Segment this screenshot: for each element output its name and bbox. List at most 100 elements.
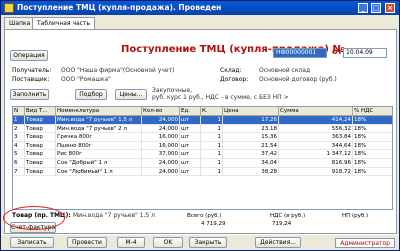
table-row[interactable]: 6 Товар Сок "Добрый" 1 л 24,000 шт 1 34,04 816,… (13, 159, 392, 168)
post-button[interactable]: Провести (67, 237, 107, 248)
table-row[interactable]: 7 Товар Сок "Любимый" 1 л 24,000 шт 1 38,28 918… (13, 167, 392, 177)
col-n[interactable]: N (13, 107, 25, 116)
cell-n[interactable]: 1 (13, 116, 25, 125)
cell-sum[interactable]: 556,32 (279, 124, 353, 134)
cell-type[interactable]: Товар (25, 150, 56, 159)
cell-coef[interactable]: 1 (201, 150, 223, 159)
cell-price[interactable]: 15,36 (223, 133, 279, 142)
warehouse-value[interactable]: Основной склад (259, 67, 310, 74)
cell-n[interactable]: 5 (13, 150, 25, 159)
cell-n[interactable]: 2 (13, 124, 25, 134)
cell-vat[interactable]: 18% (353, 142, 392, 151)
cell-vat[interactable]: 18% (353, 150, 392, 159)
doc-date-field[interactable]: 10.04.09 (343, 48, 387, 58)
cell-qty[interactable]: 16,000 (142, 133, 180, 142)
title-bar[interactable]: Поступление ТМЦ (купля-продажа). Проведе… (1, 1, 399, 15)
col-qty[interactable]: Кол-во (142, 107, 180, 116)
cell-type[interactable]: Товар (25, 141, 56, 151)
ok-button[interactable]: OK (153, 237, 183, 248)
fill-button[interactable]: Заполнить (10, 89, 49, 100)
cell-item[interactable]: Мин.вода "7 ручьев" 1,5 л (56, 116, 142, 125)
cell-qty[interactable]: 24,000 (142, 167, 180, 177)
cell-qty[interactable]: 24,000 (142, 159, 180, 168)
maximize-button[interactable]: □ (371, 3, 381, 13)
cell-n[interactable]: 7 (13, 167, 25, 177)
table-row[interactable]: 5 Товар Рис 800г 37,000 шт 1 37,42 1 347,12 18% (13, 150, 392, 159)
cell-sum[interactable]: 918,72 (279, 167, 353, 177)
cell-item[interactable]: Пшено 800г (56, 141, 142, 151)
cell-sum[interactable]: 363,84 (279, 133, 353, 142)
cell-coef[interactable]: 1 (201, 116, 223, 125)
tab-header[interactable]: Шапка (4, 17, 36, 29)
cell-unit[interactable]: шт (180, 141, 201, 151)
close-button[interactable]: Закрыть (189, 237, 227, 248)
col-sum[interactable]: Сумма (279, 107, 353, 116)
cell-vat[interactable]: 18% (353, 125, 392, 134)
doc-number-field[interactable]: НФ00000001 (273, 48, 327, 58)
cell-n[interactable]: 3 (13, 133, 25, 142)
cell-type[interactable]: Товар (25, 167, 56, 177)
cell-coef[interactable]: 1 (201, 124, 223, 134)
cell-unit[interactable]: шт (180, 116, 201, 125)
cell-vat[interactable]: 18% (353, 168, 392, 177)
cell-type[interactable]: Товар (25, 124, 56, 134)
cell-n[interactable]: 4 (13, 141, 25, 151)
cell-item[interactable]: Мин.вода "7 ручьев" 2 л (56, 124, 142, 134)
cell-coef[interactable]: 1 (201, 159, 223, 168)
cell-coef[interactable]: 1 (201, 167, 223, 177)
operation-button[interactable]: Операция (10, 50, 48, 61)
cell-unit[interactable]: шт (180, 133, 201, 142)
prices-button[interactable]: Цены... (115, 89, 147, 100)
cell-price[interactable]: 21,54 (223, 141, 279, 151)
col-item[interactable]: Номенклатура (56, 107, 142, 116)
contract-value[interactable]: Основной договор (руб.) (259, 76, 337, 83)
cell-price[interactable]: 37,42 (223, 150, 279, 159)
cell-qty[interactable]: 16,000 (142, 141, 180, 151)
table-row[interactable]: 2 Товар Мин.вода "7 ручьев" 2 л 24,000 шт 1 23… (13, 124, 392, 134)
cell-sum[interactable]: 414,24 (279, 116, 353, 125)
cell-type[interactable]: Товар (25, 133, 56, 142)
cell-unit[interactable]: шт (180, 150, 201, 159)
cell-item[interactable]: Сок "Любимый" 1 л (56, 167, 142, 177)
minimize-button[interactable]: _ (358, 3, 368, 13)
cell-qty[interactable]: 24,000 (142, 124, 180, 134)
cell-unit[interactable]: шт (180, 167, 201, 177)
actions-button[interactable]: Действия... (255, 237, 301, 248)
table-row[interactable]: 1 Товар Мин.вода "7 ручьев" 1,5 л 24,000 шт 1… (13, 116, 392, 125)
table-row[interactable]: 3 Товар Гречка 800г 16,000 шт 1 15,36 363,84 18% (13, 133, 392, 142)
cell-vat[interactable]: 18% (353, 116, 392, 125)
cell-price[interactable]: 17,26 (223, 116, 279, 125)
col-type[interactable]: Вид Т... (25, 107, 56, 116)
cell-price[interactable]: 23,18 (223, 124, 279, 134)
cell-unit[interactable]: шт (180, 124, 201, 134)
cell-vat[interactable]: 18% (353, 159, 392, 168)
cell-coef[interactable]: 1 (201, 141, 223, 151)
col-coef[interactable]: К. (201, 107, 223, 116)
select-button[interactable]: Подбор (75, 89, 107, 100)
save-button[interactable]: Записать (10, 237, 54, 248)
cell-unit[interactable]: шт (180, 159, 201, 168)
cell-coef[interactable]: 1 (201, 133, 223, 142)
table-row[interactable]: 4 Товар Пшено 800г 16,000 шт 1 21,54 344,64 18% (13, 141, 392, 151)
cell-qty[interactable]: 37,000 (142, 150, 180, 159)
cell-item[interactable]: Гречка 800г (56, 133, 142, 142)
col-vat[interactable]: % НДС (353, 107, 392, 116)
cell-price[interactable]: 38,28 (223, 167, 279, 177)
cell-sum[interactable]: 344,64 (279, 141, 353, 151)
cell-n[interactable]: 6 (13, 159, 25, 168)
cell-item[interactable]: Рис 800г (56, 150, 142, 159)
cell-item[interactable]: Сок "Добрый" 1 л (56, 159, 142, 168)
col-unit[interactable]: Ед. (180, 107, 201, 116)
cell-price[interactable]: 34,04 (223, 159, 279, 168)
cell-qty[interactable]: 24,000 (142, 116, 180, 125)
receiver-value[interactable]: ООО "Наша фирма"(Основной учет) (61, 67, 174, 74)
supplier-value[interactable]: ООО "Ромашка" (61, 76, 111, 83)
col-price[interactable]: Цена (223, 107, 279, 116)
cell-vat[interactable]: 18% (353, 133, 392, 142)
cell-type[interactable]: Товар (25, 116, 56, 125)
cell-sum[interactable]: 816,96 (279, 159, 353, 168)
cell-type[interactable]: Товар (25, 159, 56, 168)
close-window-button[interactable]: × (385, 3, 395, 13)
print-m4-button[interactable]: М-4 (117, 237, 145, 248)
cell-sum[interactable]: 1 347,12 (279, 150, 353, 159)
